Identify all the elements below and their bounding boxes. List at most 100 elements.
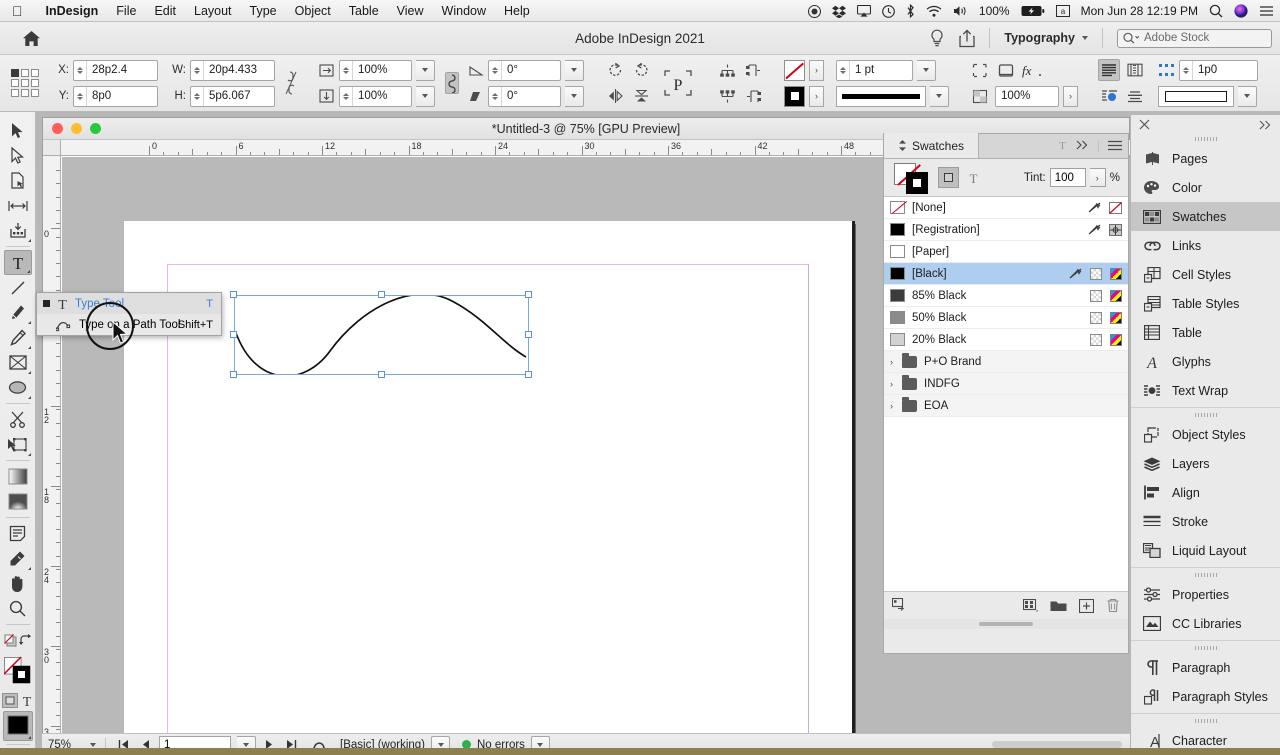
swatch-group-row[interactable]: ›P+O Brand (884, 351, 1128, 373)
double-chevron-icon[interactable] (1076, 140, 1089, 150)
rotate-input[interactable] (502, 61, 560, 80)
shear-dropdown[interactable] (565, 86, 584, 107)
distribute-left-icon[interactable] (742, 59, 764, 81)
stroke-solid-line[interactable] (836, 86, 926, 107)
select-content-icon[interactable] (969, 59, 991, 81)
x-input[interactable] (87, 61, 157, 80)
tint-dropdown[interactable]: › (1090, 168, 1106, 187)
disclosure-triangle-icon[interactable]: › (890, 379, 898, 389)
eyedropper-tool[interactable] (4, 546, 32, 571)
scale-y-stepper[interactable] (340, 87, 353, 106)
menu-table[interactable]: Table (340, 4, 388, 18)
formatting-container-icon[interactable] (938, 167, 959, 188)
h-input[interactable] (204, 87, 274, 106)
siri-icon[interactable] (1234, 4, 1248, 18)
dock-item-align[interactable]: Align (1131, 478, 1280, 507)
swatch-group-row[interactable]: ›INDFG (884, 373, 1128, 395)
shear-field[interactable] (488, 86, 561, 107)
swatches-horizontal-scrollbar[interactable] (884, 619, 1128, 629)
airplay-icon[interactable] (857, 5, 871, 17)
y-input[interactable] (87, 87, 157, 106)
flip-vertical-icon[interactable] (630, 85, 652, 107)
control-center-icon[interactable] (1259, 5, 1274, 17)
wifi-icon[interactable] (926, 5, 942, 17)
handle-middle-left[interactable] (230, 331, 237, 338)
vertical-ruler[interactable]: 01218243036 (43, 156, 61, 738)
corner-options-icon[interactable] (1158, 86, 1234, 107)
input-source-icon[interactable]: a (1056, 5, 1070, 17)
menu-indesign[interactable]: InDesign (37, 4, 108, 18)
adobe-stock-search[interactable]: Adobe Stock (1117, 29, 1272, 48)
swatch-row[interactable]: 50% Black (884, 307, 1128, 329)
double-chevron-icon[interactable] (1259, 120, 1272, 130)
scale-y-field[interactable] (339, 86, 412, 107)
menu-type[interactable]: Type (241, 4, 286, 18)
disclosure-triangle-icon[interactable]: › (890, 357, 898, 367)
opacity-field[interactable] (995, 86, 1059, 107)
page-tool[interactable] (4, 168, 32, 193)
opacity-icon[interactable] (969, 85, 991, 107)
dock-item-paragraph-styles[interactable]: Paragraph Styles (1131, 682, 1280, 711)
corner-options-dropdown[interactable] (1238, 86, 1257, 107)
dropbox-icon[interactable] (832, 5, 846, 18)
zoom-tool[interactable] (4, 596, 32, 621)
rotate-field[interactable] (488, 60, 561, 81)
rotate-dropdown[interactable] (565, 60, 584, 81)
fx-icon[interactable]: fx (1021, 59, 1043, 81)
dock-item-table[interactable]: Table (1131, 318, 1280, 347)
ruler-corner[interactable] (43, 140, 61, 156)
stroke-none-icon[interactable] (784, 60, 805, 81)
stroke-weight-dropdown[interactable] (917, 60, 936, 81)
dock-group-grip[interactable] (1131, 410, 1280, 420)
swatch-row[interactable]: 20% Black (884, 329, 1128, 351)
dock-item-paragraph[interactable]: Paragraph (1131, 653, 1280, 682)
time-machine-icon[interactable] (882, 5, 895, 18)
line-tool[interactable] (4, 275, 32, 300)
h-stepper[interactable] (191, 87, 204, 106)
fill-swatch-dropdown[interactable]: › (809, 86, 824, 107)
apply-none-icon[interactable] (4, 634, 18, 648)
text-format-icon[interactable]: T (1057, 139, 1068, 151)
columns-icon[interactable] (1158, 63, 1175, 77)
fill-stroke-proxy-icon[interactable] (892, 162, 932, 194)
home-icon[interactable] (22, 30, 41, 47)
swatches-list[interactable]: [None][Registration][Paper][Black]85% Bl… (884, 197, 1128, 591)
delete-swatch-icon[interactable] (1106, 598, 1120, 613)
align-text-icon[interactable] (1124, 85, 1146, 107)
menu-view[interactable]: View (388, 4, 433, 18)
flip-horizontal-icon[interactable] (604, 85, 626, 107)
apple-logo-icon[interactable]:  (12, 4, 23, 18)
menu-edit[interactable]: Edit (145, 4, 185, 18)
dock-item-liquid-layout[interactable]: Liquid Layout (1131, 536, 1280, 565)
menu-layout[interactable]: Layout (185, 4, 241, 18)
disclosure-triangle-icon[interactable]: › (890, 401, 898, 411)
dock-item-glyphs[interactable]: AGlyphs (1131, 347, 1280, 376)
scissors-tool[interactable] (4, 407, 32, 432)
reference-point-proxy[interactable] (11, 69, 39, 97)
dock-item-color[interactable]: Color (1131, 173, 1280, 202)
dock-item-text-wrap[interactable]: Text Wrap (1131, 376, 1280, 405)
gap-tool[interactable] (4, 193, 32, 218)
swatch-row[interactable]: [Registration] (884, 219, 1128, 241)
swap-arrow-icon[interactable] (19, 634, 32, 647)
tint-input[interactable] (1050, 168, 1086, 187)
dock-item-cc-libraries[interactable]: CC Libraries (1131, 609, 1280, 638)
stroke-weight-input[interactable] (850, 61, 912, 80)
stroke-swatch-dropdown[interactable]: › (809, 60, 824, 81)
dock-group-grip[interactable] (1131, 643, 1280, 653)
new-color-group-icon[interactable] (1023, 599, 1038, 613)
pen-tool[interactable] (4, 300, 32, 325)
formatting-affects-text-icon[interactable]: T (21, 693, 33, 708)
fill-black-icon[interactable] (784, 86, 805, 107)
direct-selection-tool[interactable] (4, 143, 32, 168)
shear-input[interactable] (502, 87, 560, 106)
gradient-swatch-tool[interactable] (4, 464, 32, 489)
menu-file[interactable]: File (107, 4, 145, 18)
share-icon[interactable] (959, 29, 975, 48)
dock-item-object-styles[interactable]: Object Styles (1131, 420, 1280, 449)
pencil-tool[interactable] (4, 325, 32, 350)
scale-y-dropdown[interactable] (416, 86, 435, 107)
note-tool[interactable] (4, 521, 32, 546)
container-frame-icon[interactable] (995, 59, 1017, 81)
dock-group-grip[interactable] (1131, 716, 1280, 726)
